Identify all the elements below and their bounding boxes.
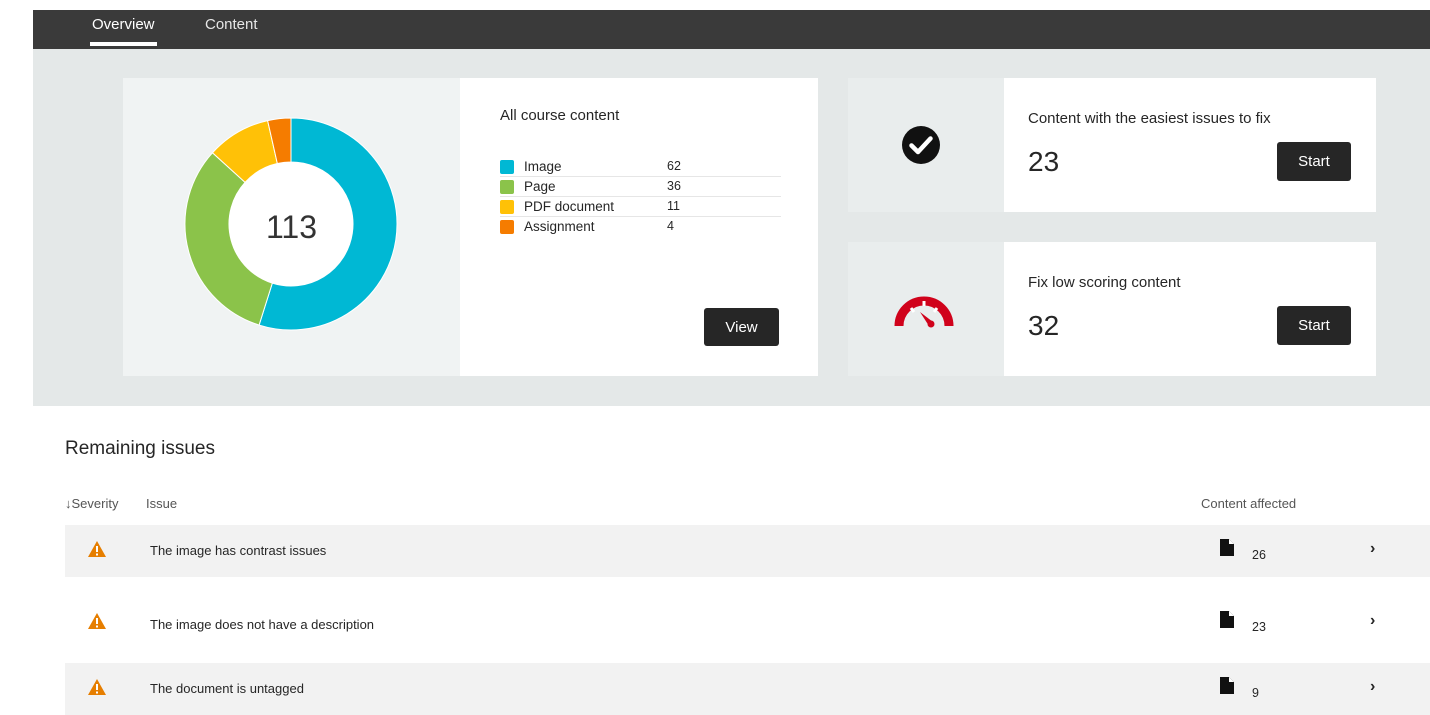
issue-row[interactable]: The image does not have a description 23… [65,597,1430,649]
legend-swatch [500,200,514,214]
content-affected-count: 23 [1252,620,1266,634]
content-donut-chart: 113 [123,78,460,376]
legend-label: PDF document [524,199,615,214]
top-nav-bar: Overview Content [33,10,1430,49]
tab-overview[interactable]: Overview [90,16,157,46]
start-easiest-button[interactable]: Start [1277,142,1351,181]
warning-icon [88,613,106,629]
legend-row-assignment: Assignment 4 [500,217,781,237]
issue-text: The image does not have a description [150,617,375,632]
start-low-scoring-button[interactable]: Start [1277,306,1351,345]
legend-label: Page [524,179,556,194]
easiest-issues-count: 23 [1028,146,1060,177]
issue-text: The document is untagged [150,681,304,696]
severity-column-header[interactable]: ↓Severity [65,496,118,511]
legend-row-image: Image 62 [500,157,781,177]
content-affected-count: 26 [1252,548,1266,562]
legend-row-page: Page 36 [500,177,781,197]
content-breakdown-card: All course content Image 62 Page 36 PDF … [460,78,818,376]
legend-row-pdf: PDF document 11 [500,197,781,217]
breakdown-title: All course content [500,107,620,124]
summary-section: 113 All course content Image 62 Page 36 … [33,49,1430,406]
tab-content[interactable]: Content [205,16,258,33]
chevron-right-icon[interactable]: › [1370,678,1375,696]
content-legend: Image 62 Page 36 PDF document 11 Assignm… [500,157,781,237]
view-button[interactable]: View [704,308,779,346]
content-affected-count: 9 [1252,686,1259,700]
chevron-right-icon[interactable]: › [1370,612,1375,630]
low-scoring-title: Fix low scoring content [1028,274,1181,291]
issue-row[interactable]: The document is untagged 9 › [65,663,1430,715]
legend-swatch [500,220,514,234]
speedometer-icon [894,296,954,328]
low-scoring-icon-panel [848,242,1004,376]
warning-icon [88,679,106,695]
document-icon [1220,539,1234,556]
legend-count: 11 [667,199,680,213]
easiest-issues-title: Content with the easiest issues to fix [1028,110,1271,127]
issue-text: The image has contrast issues [150,543,327,558]
low-scoring-card: Fix low scoring content 32 Start [1004,242,1376,376]
low-scoring-count: 32 [1028,310,1060,341]
content-affected-column-header: Content affected [1201,496,1297,511]
legend-count: 36 [667,179,681,193]
easiest-icon-panel [848,78,1004,212]
remaining-issues-title: Remaining issues [65,438,215,459]
total-content-count: 113 [265,208,317,245]
legend-label: Image [524,159,562,174]
chevron-right-icon[interactable]: › [1370,540,1375,558]
legend-count: 62 [667,159,681,173]
warning-icon [88,541,106,557]
issue-row[interactable]: The image has contrast issues 26 › [65,525,1430,577]
document-icon [1220,677,1234,694]
legend-swatch [500,160,514,174]
document-icon [1220,611,1234,628]
legend-swatch [500,180,514,194]
easiest-issues-card: Content with the easiest issues to fix 2… [1004,78,1376,212]
legend-count: 4 [667,219,674,233]
check-circle-icon [902,126,940,164]
issue-column-header: Issue [146,496,178,511]
legend-label: Assignment [524,219,595,234]
